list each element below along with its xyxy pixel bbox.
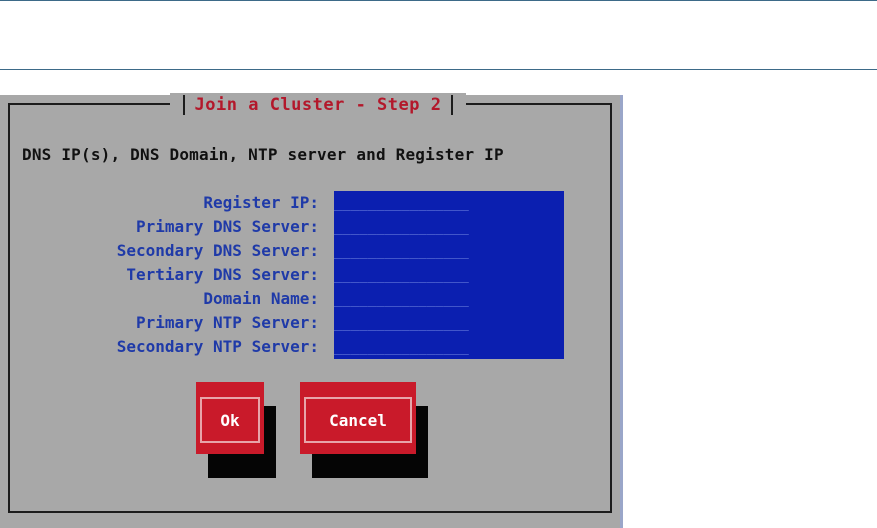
secondary-dns-input[interactable] [334,239,564,263]
top-rule [0,0,877,1]
domain-name-row: Domain Name: [0,287,620,311]
primary-dns-label: Primary DNS Server: [135,217,319,236]
ok-button[interactable]: Ok [200,397,260,443]
primary-dns-input[interactable] [334,215,564,239]
secondary-dns-row: Secondary DNS Server: [0,239,620,263]
register-ip-label: Register IP: [203,193,319,212]
primary-ntp-label: Primary NTP Server: [135,313,319,332]
secondary-ntp-label: Secondary NTP Server: [116,337,319,356]
secondary-dns-label: Secondary DNS Server: [116,241,319,260]
primary-dns-row: Primary DNS Server: [0,215,620,239]
register-ip-row: Register IP: [0,191,620,215]
primary-ntp-row: Primary NTP Server: [0,311,620,335]
cancel-button[interactable]: Cancel [304,397,412,443]
tertiary-dns-label: Tertiary DNS Server: [126,265,319,284]
primary-ntp-input[interactable] [334,311,564,335]
terminal-screen: Join a Cluster - Step 2 DNS IP(s), DNS D… [0,93,623,528]
domain-name-label: Domain Name: [203,289,319,308]
tertiary-dns-input[interactable] [334,263,564,287]
secondary-ntp-input[interactable] [334,335,564,359]
header-rule [0,69,877,70]
domain-name-input[interactable] [334,287,564,311]
tertiary-dns-row: Tertiary DNS Server: [0,263,620,287]
dialog-title: Join a Cluster - Step 2 [194,95,442,115]
register-ip-input[interactable] [334,191,564,215]
screen-edge [620,95,623,528]
dialog-title-box: Join a Cluster - Step 2 [170,93,466,117]
dialog-heading: DNS IP(s), DNS Domain, NTP server and Re… [22,145,504,164]
title-border-right [451,95,454,115]
secondary-ntp-row: Secondary NTP Server: [0,335,620,359]
